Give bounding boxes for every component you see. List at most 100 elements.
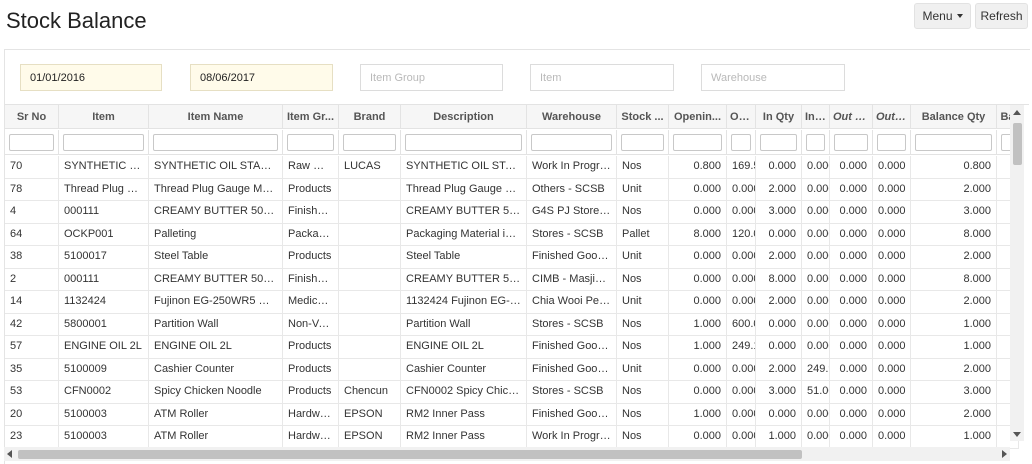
table-cell: CREAMY BUTTER 500G... <box>401 201 527 223</box>
column-header[interactable]: Item <box>59 105 149 129</box>
column-filter-input[interactable] <box>9 134 54 151</box>
column-header[interactable]: Balance Qty <box>911 105 997 129</box>
column-header[interactable]: In ... <box>802 105 830 129</box>
page-title: Stock Balance <box>6 8 147 33</box>
column-header[interactable]: Openin... <box>669 105 727 129</box>
column-filter-input[interactable] <box>531 134 612 151</box>
table-row[interactable]: 23 5100003 ATM Roller Hardware EPSON RM2 Inne… <box>5 426 1019 449</box>
table-cell: 0.000 <box>873 426 911 448</box>
table-cell: 0.000 <box>873 178 911 200</box>
table-row[interactable]: 42 5800001 Partition Wall Non-Val... Partiti… <box>5 313 1019 336</box>
table-cell: 000111 <box>59 201 149 223</box>
table-cell: 1.000 <box>911 336 997 358</box>
table-cell: 1.000 <box>669 403 727 425</box>
table-cell: Products <box>283 358 339 380</box>
table-row[interactable]: 57 ENGINE OIL 2L ENGINE OIL 2L Products ENGI… <box>5 336 1019 359</box>
menu-button[interactable]: Menu <box>914 3 971 29</box>
column-header[interactable]: Warehouse <box>527 105 617 129</box>
table-cell: 0.000 <box>727 403 756 425</box>
table-cell: 0.000 <box>830 268 873 290</box>
column-header[interactable]: Stock ... <box>617 105 669 129</box>
table-cell: CFN0002 <box>59 381 149 403</box>
table-cell: Hardware <box>283 403 339 425</box>
horizontal-scrollbar[interactable] <box>4 447 1010 461</box>
column-filter-input[interactable] <box>405 134 522 151</box>
column-header[interactable]: Out Q... <box>830 105 873 129</box>
table-cell: 51.00 <box>802 381 830 403</box>
table-cell: Thread Plug Gauge M5 x... <box>149 178 283 200</box>
column-filter-input[interactable] <box>153 134 278 151</box>
table-row[interactable]: 64 OCKP001 Palleting Packagin... Packaging M… <box>5 223 1019 246</box>
table-cell <box>339 223 401 245</box>
item-input[interactable] <box>530 64 674 91</box>
scroll-down-arrow-icon[interactable] <box>1013 432 1021 437</box>
table-cell: 0.000 <box>802 336 830 358</box>
table-cell: 0.000 <box>873 223 911 245</box>
scroll-up-arrow-icon[interactable] <box>1013 110 1021 115</box>
column-filter-input[interactable] <box>63 134 144 151</box>
table-cell: 0.000 <box>873 403 911 425</box>
refresh-button[interactable]: Refresh <box>975 3 1028 29</box>
column-header[interactable]: Description <box>401 105 527 129</box>
table-cell: 0.000 <box>802 313 830 335</box>
horizontal-scroll-thumb[interactable] <box>18 450 802 459</box>
to-date-input[interactable] <box>190 64 333 91</box>
column-filter-input[interactable] <box>287 134 334 151</box>
table-cell: 0.000 <box>756 313 802 335</box>
column-filter-input[interactable] <box>760 134 797 151</box>
table-cell: Non-Val... <box>283 313 339 335</box>
vertical-scroll-thumb[interactable] <box>1013 123 1022 165</box>
column-filter-input[interactable] <box>915 134 992 151</box>
table-row[interactable]: 53 CFN0002 Spicy Chicken Noodle Products Che… <box>5 381 1019 404</box>
column-filter-input[interactable] <box>731 134 751 151</box>
column-header[interactable]: Sr No <box>5 105 59 129</box>
column-header[interactable]: Item Name <box>149 105 283 129</box>
column-header[interactable]: Op... <box>727 105 756 129</box>
table-row[interactable]: 14 1132424 Fujinon EG-250WR5 Gast... Medica… <box>5 291 1019 314</box>
table-cell: Palleting <box>149 223 283 245</box>
table-cell: 0.000 <box>669 291 727 313</box>
table-cell: 0.000 <box>802 201 830 223</box>
table-cell: Finished Goods... <box>527 358 617 380</box>
table-cell: EPSON <box>339 403 401 425</box>
table-cell: Nos <box>617 156 669 178</box>
table-cell: 5100017 <box>59 246 149 268</box>
table-row[interactable]: 35 5100009 Cashier Counter Products Cashier … <box>5 358 1019 381</box>
column-filter-input[interactable] <box>834 134 868 151</box>
table-row[interactable]: 70 SYNTHETIC OIL... SYNTHETIC OIL STABILIZ… <box>5 156 1019 179</box>
table-row[interactable]: 20 5100003 ATM Roller Hardware EPSON RM2 Inne… <box>5 403 1019 426</box>
table-cell: 8.000 <box>911 268 997 290</box>
column-filter-input[interactable] <box>673 134 722 151</box>
table-cell <box>339 336 401 358</box>
table-cell: Stores - SCSB <box>527 381 617 403</box>
column-filter-input[interactable] <box>343 134 396 151</box>
column-header[interactable]: Brand <box>339 105 401 129</box>
column-filter-input[interactable] <box>806 134 825 151</box>
table-row[interactable]: 78 Thread Plug Ga... Thread Plug Gauge M5 … <box>5 178 1019 201</box>
item-group-input[interactable] <box>360 64 503 91</box>
table-cell: 0.000 <box>873 358 911 380</box>
warehouse-input[interactable] <box>701 64 845 91</box>
table-cell: 5800001 <box>59 313 149 335</box>
column-header[interactable]: Out ... <box>873 105 911 129</box>
table-cell: Work In Progre... <box>527 156 617 178</box>
column-filter-input[interactable] <box>877 134 906 151</box>
table-cell: 0.000 <box>830 336 873 358</box>
table-row[interactable]: 4 000111 CREAMY BUTTER 500GM Finished... CRE… <box>5 201 1019 224</box>
scroll-right-arrow-icon[interactable] <box>1002 450 1007 458</box>
table-cell: 8.000 <box>911 223 997 245</box>
column-header[interactable]: Item Gr... <box>283 105 339 129</box>
table-row[interactable]: 38 5100017 Steel Table Products Steel Table F… <box>5 246 1019 269</box>
grid-filter-row <box>5 130 1019 155</box>
vertical-scrollbar[interactable] <box>1010 105 1024 441</box>
scroll-left-arrow-icon[interactable] <box>7 450 12 458</box>
table-cell: 0.000 <box>669 246 727 268</box>
table-cell: Products <box>283 246 339 268</box>
table-cell: 0.000 <box>727 426 756 448</box>
column-filter-input[interactable] <box>621 134 664 151</box>
column-header[interactable]: In Qty <box>756 105 802 129</box>
table-cell: 0.000 <box>802 156 830 178</box>
table-cell: Partition Wall <box>149 313 283 335</box>
table-row[interactable]: 2 000111 CREAMY BUTTER 500GM Finished... CRE… <box>5 268 1019 291</box>
from-date-input[interactable] <box>20 64 162 91</box>
